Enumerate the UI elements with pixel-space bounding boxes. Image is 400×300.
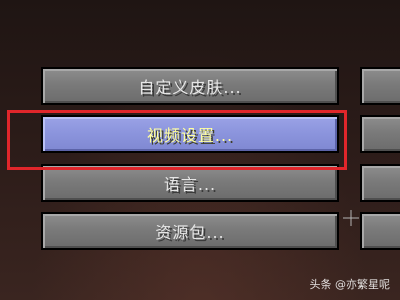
customize-skin-button[interactable]: 自定义皮肤... — [41, 67, 339, 105]
right-column-button-1[interactable] — [360, 67, 400, 105]
video-settings-button[interactable]: 视频设置... — [41, 115, 339, 153]
crosshair-icon — [343, 210, 359, 226]
right-column-button-2[interactable] — [360, 115, 400, 153]
customize-skin-label: 自定义皮肤... — [138, 78, 242, 97]
resource-packs-label: 资源包... — [155, 223, 225, 242]
language-button[interactable]: 语言... — [41, 164, 339, 202]
right-column-button-4[interactable] — [360, 212, 400, 250]
video-settings-label: 视频设置... — [146, 126, 234, 145]
resource-packs-button[interactable]: 资源包... — [41, 212, 339, 250]
language-label: 语言... — [163, 175, 217, 194]
right-column-button-3[interactable] — [360, 164, 400, 202]
watermark-text: 头条 @亦繁星呢 — [309, 278, 391, 291]
